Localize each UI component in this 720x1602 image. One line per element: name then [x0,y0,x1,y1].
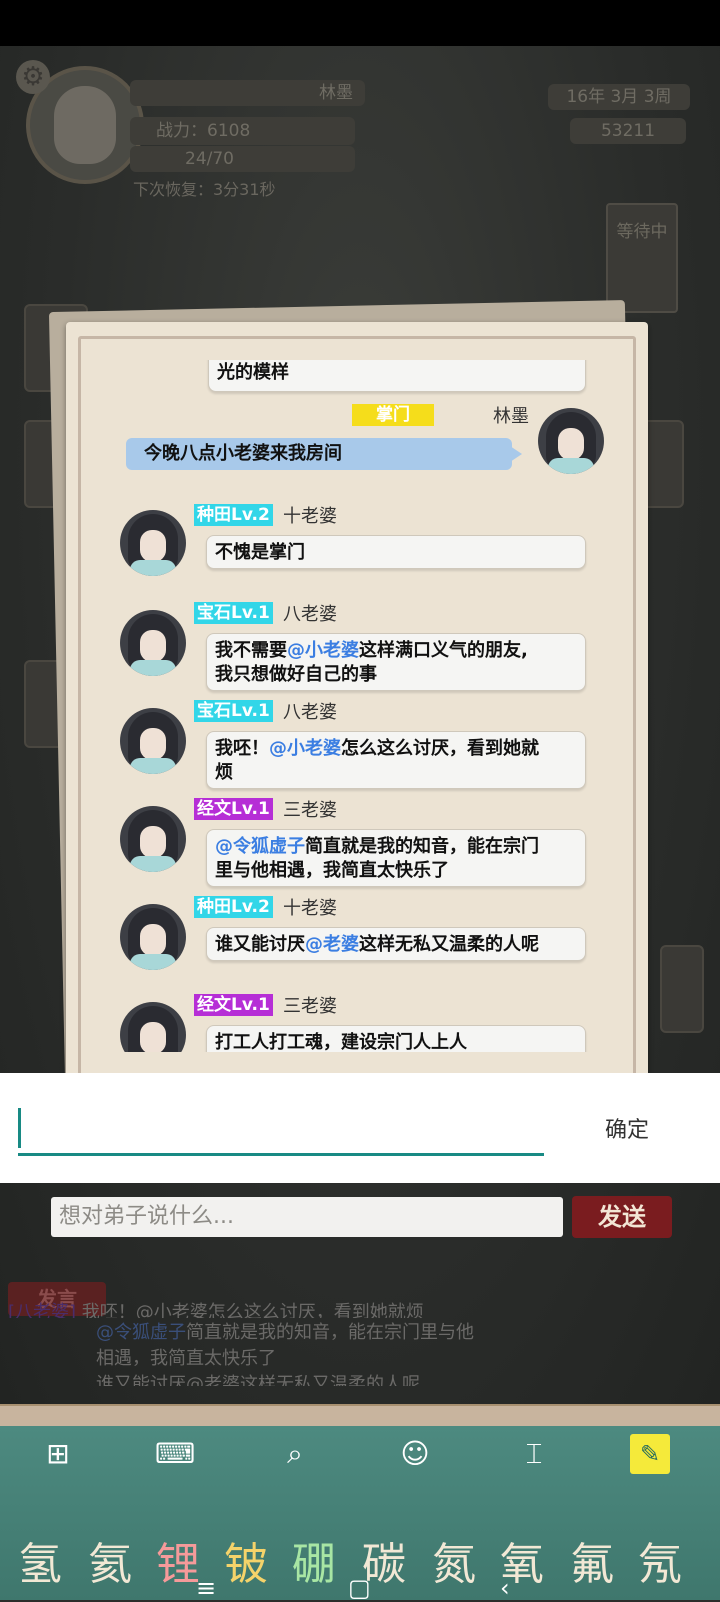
chat-bubble-partial: 光的模样 [208,360,586,392]
message-input[interactable] [18,1105,544,1156]
my-avatar[interactable] [538,408,604,474]
mention-link[interactable]: @小老婆 [287,640,359,661]
level-badge: 宝石Lv.1 [194,602,273,624]
chat-text: 今晚八点小老婆来我房间 [144,443,342,464]
log-text: 简直就是我的知音，能在宗门里与他 [186,1322,474,1343]
chat-text: 我不需要 [215,640,287,661]
side-panel-right-2 [660,945,704,1033]
my-username: 林墨 [493,406,529,427]
power-value: 战力：6108 [130,117,355,145]
avatar[interactable] [120,1002,186,1052]
log-line: 相遇，我简直太快乐了 [96,1346,276,1372]
chat-text: 不愧是掌门 [215,542,305,563]
log-text: 相遇，我简直太快乐了 [96,1348,276,1369]
candidate-char[interactable]: 硼 [292,1528,336,1592]
candidate-char[interactable]: 氖 [638,1528,682,1592]
chat-bubble: @令狐虚子简直就是我的知音，能在宗门 里与他相遇，我简直太快乐了 [206,829,586,887]
chat-bubble: 谁又能讨厌@老婆这样无私又温柔的人呢 [206,927,586,961]
recover-timer: 下次恢复：3分31秒 [133,180,276,199]
chat-text: 这样满口义气的朋友, [359,640,528,661]
level-badge: 宝石Lv.1 [194,700,273,722]
keyboard-icon[interactable]: ⌨ [155,1434,195,1474]
emoji-icon[interactable]: ☺ [395,1434,435,1474]
chat-text: 这样无私又温柔的人呢 [359,934,539,955]
candidate-char[interactable]: 铍 [224,1528,268,1592]
username: 十老婆 [283,898,337,919]
log-text: 谁又能讨厌@老婆这样无私又温柔的人呢 [96,1374,420,1386]
chat-text: 怎么这么讨厌，看到她就 [341,738,539,759]
cursor-icon[interactable]: ⌶ [514,1434,554,1474]
status-bar [0,0,720,46]
username: 三老婆 [283,800,337,821]
avatar[interactable] [120,904,186,970]
chat-bubble: 我呸！@小老婆怎么这么讨厌，看到她就 烦 [206,731,586,789]
username: 十老婆 [283,506,337,527]
waiting-panel[interactable]: 等待中 [606,203,678,313]
candidate-char[interactable]: 氮 [432,1528,476,1592]
chat-text: 简直就是我的知音，能在宗门 [305,836,539,857]
log-line: @令狐虚子简直就是我的知音，能在宗门里与他 [96,1320,474,1346]
candidate-char[interactable]: 氟 [570,1528,614,1592]
chat-text: 打工人打工魂，建设宗门人上人 [215,1032,467,1052]
my-chat-bubble: 今晚八点小老婆来我房间 [126,438,522,470]
candidate-char[interactable]: 氢 [18,1528,62,1592]
mention-link[interactable]: @小老婆 [269,738,341,759]
chat-bubble: 我不需要@小老婆这样满口义气的朋友, 我只想做好自己的事 [206,633,586,691]
send-button[interactable]: 发送 [572,1196,672,1238]
log-line: 谁又能讨厌@老婆这样无私又温柔的人呢 [96,1372,420,1386]
chat-bubble: 不愧是掌门 [206,535,586,569]
chat-text: 谁又能讨厌 [215,934,305,955]
note-icon[interactable]: ✎ [630,1434,670,1474]
avatar[interactable] [120,510,186,576]
username: 三老婆 [283,996,337,1017]
chat-text: 光的模样 [217,362,289,383]
level-badge: 种田Lv.2 [194,896,273,918]
gear-icon[interactable]: ⚙ [16,60,50,94]
mention-link[interactable]: @令狐虚子 [96,1322,186,1343]
avatar-face [54,86,116,164]
log-text: 我呸！@小老婆怎么这么讨厌，看到她就烦 [81,1302,424,1318]
log-line: [八老婆] 我呸！@小老婆怎么这么讨厌，看到她就烦 [8,1300,708,1318]
mention-link[interactable]: @老婆 [305,934,359,955]
chat-text: 里与他相遇，我简直太快乐了 [215,860,449,881]
back-nav-icon[interactable]: ‹ [500,1574,510,1602]
text-caret [18,1108,21,1148]
player-name: 林墨 [130,80,365,106]
level-badge: 经文Lv.1 [194,798,273,820]
search-icon[interactable]: ⌕ [275,1434,315,1474]
chat-bubble: 打工人打工魂，建设宗门人上人 [206,1025,586,1052]
stamina-value: 24/70 [130,146,355,172]
avatar[interactable] [120,806,186,872]
home-nav-icon[interactable]: ▢ [348,1574,371,1602]
log-speaker: [八老婆] [8,1302,77,1318]
apps-grid-icon[interactable]: ⊞ [38,1434,78,1474]
chat-text: 烦 [215,762,233,783]
menu-nav-icon[interactable]: ≡ [196,1574,216,1602]
candidate-char[interactable]: 锂 [156,1528,200,1592]
coin-count: 53211 [570,118,686,144]
username: 八老婆 [283,604,337,625]
avatar[interactable] [120,610,186,676]
level-badge: 经文Lv.1 [194,994,273,1016]
rank-badge: 掌门 [352,404,434,426]
avatar[interactable] [120,708,186,774]
say-input[interactable]: 想对弟子说什么... [51,1197,563,1237]
chat-text: 我只想做好自己的事 [215,664,377,685]
candidate-char[interactable]: 氦 [88,1528,132,1592]
game-date: 16年 3月 3周 [548,84,690,110]
mention-link[interactable]: @令狐虚子 [215,836,305,857]
confirm-button[interactable]: 确定 [605,1112,649,1144]
chat-text: 我呸！ [215,738,269,759]
username: 八老婆 [283,702,337,723]
level-badge: 种田Lv.2 [194,504,273,526]
keyboard-top-border [0,1404,720,1428]
